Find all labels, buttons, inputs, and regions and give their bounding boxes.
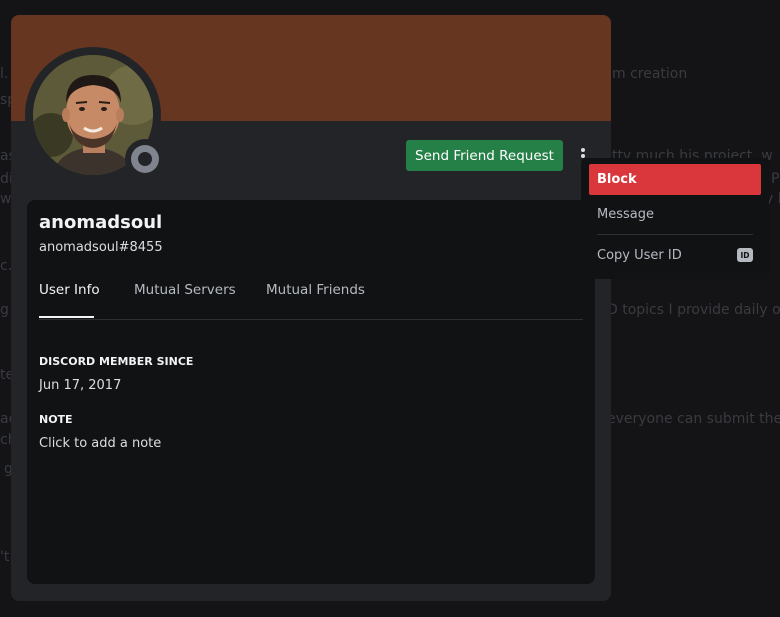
send-friend-request-button[interactable]: Send Friend Request (406, 140, 563, 171)
tab-label: User Info (39, 282, 100, 298)
member-since-title: DISCORD MEMBER SINCE (39, 355, 194, 368)
send-friend-request-label: Send Friend Request (415, 147, 554, 164)
message-menu-item[interactable]: Message (589, 199, 761, 230)
offline-status-icon (131, 145, 159, 173)
display-name: anomadsoul (39, 212, 163, 233)
background-text: m creation (612, 66, 688, 82)
background-text: w (0, 191, 12, 207)
background-text: D topics I provide daily o (607, 302, 780, 318)
tab-label: Mutual Servers (134, 282, 236, 298)
note-title: NOTE (39, 413, 73, 426)
id-badge-icon: ID (737, 248, 753, 262)
context-menu: Block Message Copy User ID ID (581, 158, 769, 279)
copy-user-id-label: Copy User ID (597, 248, 682, 263)
active-tab-indicator (39, 316, 94, 318)
tab-mutual-servers[interactable]: Mutual Servers (134, 282, 236, 318)
block-menu-item[interactable]: Block (589, 164, 761, 195)
avatar-frame (25, 47, 165, 183)
background-text: P (771, 171, 780, 187)
message-label: Message (597, 207, 654, 222)
member-since-date: Jun 17, 2017 (39, 378, 122, 393)
user-profile-modal: Send Friend Request anomadsoul anomadsou… (11, 15, 611, 601)
username-tag[interactable]: anomadsoul#8455 (39, 240, 163, 255)
status-indicator (125, 139, 165, 179)
tab-user-info[interactable]: User Info (39, 282, 100, 318)
profile-tabs: User Info Mutual Servers Mutual Friends (39, 282, 583, 320)
copy-user-id-menu-item[interactable]: Copy User ID ID (589, 240, 761, 271)
tab-mutual-friends[interactable]: Mutual Friends (266, 282, 365, 318)
tab-label: Mutual Friends (266, 282, 365, 298)
background-text: g (0, 302, 9, 318)
background-text: everyone can submit their (607, 411, 780, 427)
menu-separator (597, 234, 753, 235)
note-input[interactable]: Click to add a note (39, 436, 161, 451)
block-label: Block (597, 172, 637, 187)
profile-body: anomadsoul anomadsoul#8455 User Info Mut… (27, 200, 595, 584)
background-text: 't (0, 549, 10, 565)
